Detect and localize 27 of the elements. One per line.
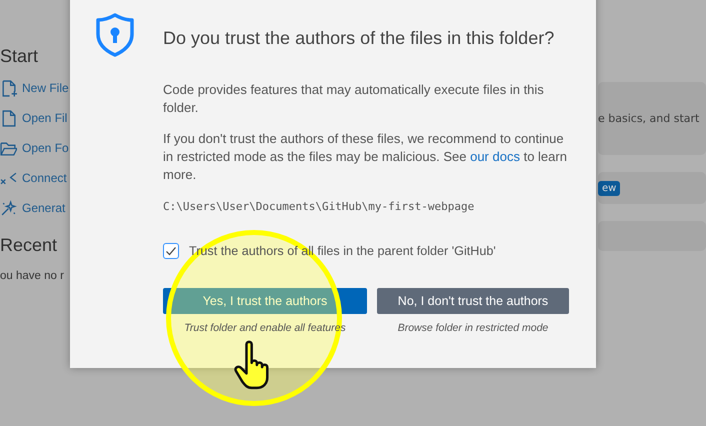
start-link[interactable]: Open Fil [22,111,68,125]
dialog-title: Do you trust the authors of the files in this folder? [163,28,556,50]
file-icon [0,110,17,126]
recent-text: ou have no r [0,270,65,282]
new-file-icon [0,80,17,96]
start-link[interactable]: New File [22,81,69,95]
body-text: If you don't trust the authors of these files, we recommend to continue in restricted mode as the files may be malicious. See our docs to learn more. [163,130,568,184]
sparkle-icon [0,200,17,216]
folder-icon [0,140,17,156]
button-caption: Browse folder in restricted mode [398,322,548,334]
section-heading: Recent [0,235,58,256]
restricted-button[interactable]: No, I don't trust the authors [377,288,569,314]
folder-path: C:\Users\User\Documents\GitHub\my-first-webpage [163,200,474,213]
walkthrough-card[interactable]: ew [598,172,706,204]
checkmark-icon [165,245,177,257]
trust-button[interactable]: Yes, I trust the authors [163,288,367,314]
start-link[interactable]: Connect [22,171,67,185]
shield-lock-icon [94,12,136,58]
docs-link[interactable]: our docs [470,149,520,164]
card-text: e basics, and start [598,112,700,125]
checkbox[interactable] [163,243,179,259]
walkthrough-card[interactable]: e basics, and start [598,82,706,155]
section-heading: Start [0,46,40,67]
new-badge: ew [598,180,620,196]
start-link[interactable]: Generat [22,201,66,215]
body-text: Code provides features that may automatically execute files in this folder. [163,81,545,117]
start-link[interactable]: Open Fo [22,141,69,155]
